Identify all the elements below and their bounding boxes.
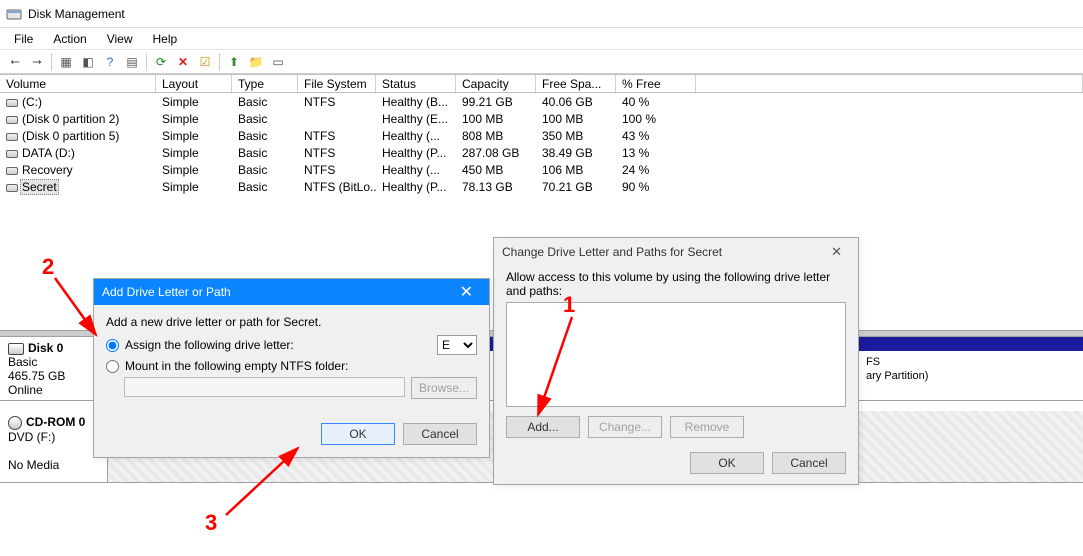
mount-folder-radio[interactable] <box>106 360 119 373</box>
disk0-info: Disk 0 Basic 465.75 GB Online <box>0 337 108 400</box>
dialog-add-instruction: Add a new drive letter or path for Secre… <box>106 315 477 329</box>
disk0-ntfs-segment[interactable]: FS ary Partition) <box>858 351 1083 400</box>
change-ok-button[interactable]: OK <box>690 452 764 474</box>
cdrom-status: No Media <box>8 458 59 472</box>
volume-row[interactable]: DATA (D:)SimpleBasicNTFSHealthy (P...287… <box>0 145 1083 162</box>
app-title: Disk Management <box>28 7 125 21</box>
cdrom-dev: DVD (F:) <box>8 430 55 444</box>
toolbar-up-icon[interactable]: ⬆ <box>223 52 245 72</box>
volume-icon <box>6 184 18 192</box>
title-bar: Disk Management <box>0 0 1083 28</box>
toolbar-help-icon[interactable]: ? <box>99 52 121 72</box>
dialog-change-instruction: Allow access to this volume by using the… <box>506 270 846 298</box>
mount-folder-label: Mount in the following empty NTFS folder… <box>125 359 348 373</box>
add-cancel-button[interactable]: Cancel <box>403 423 477 445</box>
toolbar-back-icon[interactable]: ⭠ <box>4 52 26 72</box>
assign-letter-label: Assign the following drive letter: <box>125 338 294 352</box>
app-icon <box>6 6 22 22</box>
col-type[interactable]: Type <box>232 75 298 92</box>
disk0-type: Basic <box>8 355 37 369</box>
cdrom-label: CD-ROM 0 <box>26 415 85 429</box>
volume-icon <box>6 167 18 175</box>
disk0-label: Disk 0 <box>28 341 63 355</box>
volume-grid[interactable]: (C:)SimpleBasicNTFSHealthy (B...99.21 GB… <box>0 93 1083 196</box>
remove-button: Remove <box>670 416 744 438</box>
volume-row[interactable]: (Disk 0 partition 5)SimpleBasicNTFSHealt… <box>0 128 1083 145</box>
drive-letter-select[interactable]: E <box>437 335 477 355</box>
toolbar-forward-icon[interactable]: ⭢ <box>26 52 48 72</box>
cdrom-icon <box>8 416 22 430</box>
menu-help[interactable]: Help <box>143 30 188 48</box>
close-icon[interactable]: ✕ <box>452 278 481 306</box>
volume-grid-header: Volume Layout Type File System Status Ca… <box>0 74 1083 93</box>
col-status[interactable]: Status <box>376 75 456 92</box>
disk0-size: 465.75 GB <box>8 369 65 383</box>
change-cancel-button[interactable]: Cancel <box>772 452 846 474</box>
dialog-add-title: Add Drive Letter or Path <box>102 285 231 299</box>
toolbar-box2-icon[interactable]: ◧ <box>77 52 99 72</box>
disk0-ntfs-label: FS <box>866 356 880 368</box>
toolbar-box1-icon[interactable]: ▦ <box>55 52 77 72</box>
volume-row[interactable]: RecoverySimpleBasicNTFSHealthy (...450 M… <box>0 162 1083 179</box>
col-fs[interactable]: File System <box>298 75 376 92</box>
menu-bar: File Action View Help <box>0 28 1083 50</box>
col-layout[interactable]: Layout <box>156 75 232 92</box>
toolbar-new-icon[interactable]: ▭ <box>267 52 289 72</box>
cdrom-info: CD-ROM 0 DVD (F:) No Media <box>0 411 108 482</box>
toolbar: ⭠ ⭢ ▦ ◧ ? ▤ ⟳ ✕ ☑ ⬆ 📁 ▭ <box>0 50 1083 74</box>
browse-button: Browse... <box>411 377 477 399</box>
disk0-status: Online <box>8 383 43 397</box>
annotation-1: 1 <box>563 292 575 318</box>
volume-icon <box>6 116 18 124</box>
volume-row[interactable]: (Disk 0 partition 2)SimpleBasicHealthy (… <box>0 111 1083 128</box>
toolbar-check-icon[interactable]: ☑ <box>194 52 216 72</box>
col-pct[interactable]: % Free <box>616 75 696 92</box>
col-capacity[interactable]: Capacity <box>456 75 536 92</box>
close-icon[interactable]: ✕ <box>823 240 850 264</box>
toolbar-delete-icon[interactable]: ✕ <box>172 52 194 72</box>
volume-row[interactable]: (C:)SimpleBasicNTFSHealthy (B...99.21 GB… <box>0 94 1083 111</box>
col-free[interactable]: Free Spa... <box>536 75 616 92</box>
volume-icon <box>6 99 18 107</box>
toolbar-folder-icon[interactable]: 📁 <box>245 52 267 72</box>
menu-file[interactable]: File <box>4 30 43 48</box>
volume-icon <box>6 150 18 158</box>
disk0-ntfs-status: ary Partition) <box>866 370 928 382</box>
add-ok-button[interactable]: OK <box>321 423 395 445</box>
dialog-change-title: Change Drive Letter and Paths for Secret <box>502 245 722 259</box>
annotation-2: 2 <box>42 254 54 280</box>
change-button: Change... <box>588 416 662 438</box>
menu-action[interactable]: Action <box>43 30 96 48</box>
col-volume[interactable]: Volume <box>0 75 156 92</box>
dialog-add-drive-letter: Add Drive Letter or Path ✕ Add a new dri… <box>93 278 490 458</box>
dialog-change-drive-letter: Change Drive Letter and Paths for Secret… <box>493 237 859 485</box>
toolbar-refresh-icon[interactable]: ⟳ <box>150 52 172 72</box>
toolbar-box3-icon[interactable]: ▤ <box>121 52 143 72</box>
volume-icon <box>6 133 18 141</box>
assign-letter-radio[interactable] <box>106 339 119 352</box>
mount-path-input <box>124 377 405 397</box>
annotation-3: 3 <box>205 510 217 536</box>
disk-icon <box>8 343 24 355</box>
volume-row[interactable]: SecretSimpleBasicNTFS (BitLo...Healthy (… <box>0 179 1083 196</box>
drive-letter-list[interactable] <box>506 302 846 407</box>
add-button[interactable]: Add... <box>506 416 580 438</box>
menu-view[interactable]: View <box>97 30 143 48</box>
